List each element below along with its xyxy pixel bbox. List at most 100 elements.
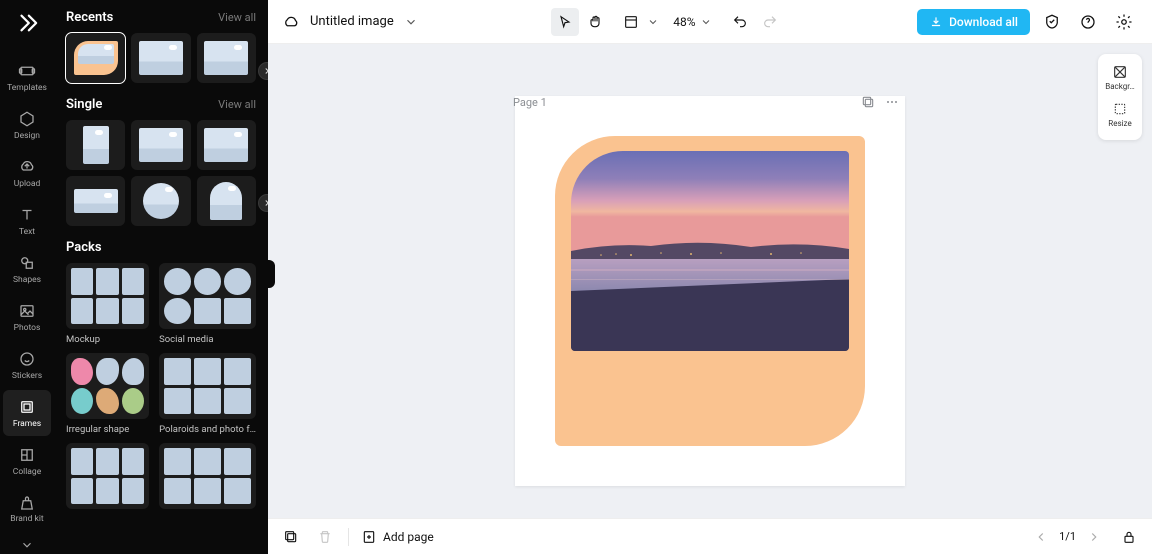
background-icon [1112, 64, 1128, 80]
artboard[interactable] [515, 96, 905, 486]
help-icon[interactable] [1074, 8, 1102, 36]
canvas[interactable]: Page 1 [268, 44, 1152, 518]
side-tool-label: Backgr… [1105, 82, 1135, 91]
frames-panel: Recents View all Single View all Packs [54, 0, 268, 554]
zoom-level[interactable]: 48% [671, 15, 697, 29]
single-frame-thumb[interactable] [66, 120, 125, 170]
rail-label: Collage [13, 467, 41, 477]
recent-frame-thumb[interactable] [66, 33, 125, 83]
shapes-icon [18, 254, 36, 272]
page-more-icon[interactable] [884, 94, 900, 110]
redo-button[interactable] [756, 8, 784, 36]
single-frame-thumb[interactable] [66, 176, 125, 226]
rail-label: Brand kit [10, 515, 43, 524]
single-frame-thumb[interactable] [197, 176, 256, 226]
chevron-down-icon[interactable] [647, 16, 661, 28]
rail-text[interactable]: Text [3, 198, 51, 244]
rail-templates[interactable]: Templates [3, 54, 51, 100]
rail-collage[interactable]: Collage [3, 438, 51, 484]
recent-frame-thumb[interactable] [197, 33, 256, 83]
nav-rail: Templates Design Upload Text Shapes Phot… [0, 0, 54, 554]
side-tool-label: Resize [1108, 119, 1131, 128]
pack-item[interactable]: Irregular shape [66, 353, 149, 435]
resize-tool[interactable]: Resize [1102, 97, 1138, 134]
pack-item[interactable] [159, 443, 256, 509]
rail-shapes[interactable]: Shapes [3, 246, 51, 292]
doc-title[interactable]: Untitled image [310, 14, 394, 29]
settings-icon[interactable] [1110, 8, 1138, 36]
rail-more[interactable] [18, 536, 36, 554]
section-title: Single [66, 97, 102, 112]
pack-item[interactable]: Social media [159, 263, 256, 345]
app-logo[interactable] [14, 10, 40, 36]
add-page-icon [361, 529, 377, 545]
section-packs: Packs Mockup Social media Irregular shap… [54, 230, 268, 513]
frames-icon [18, 398, 36, 416]
rail-label: Photos [14, 323, 41, 333]
background-tool[interactable]: Backgr… [1102, 60, 1138, 97]
pack-label: Irregular shape [66, 424, 149, 435]
layout-tool[interactable] [617, 8, 645, 36]
resize-icon [1112, 101, 1128, 117]
panel-collapse-handle[interactable] [267, 260, 275, 288]
rail-frames[interactable]: Frames [3, 390, 51, 436]
pack-label: Mockup [66, 334, 149, 345]
view-all-link[interactable]: View all [218, 11, 256, 24]
undo-button[interactable] [726, 8, 754, 36]
section-title: Recents [66, 10, 113, 25]
chevron-down-icon[interactable] [700, 16, 714, 28]
rail-design[interactable]: Design [3, 102, 51, 148]
single-frame-thumb[interactable] [197, 120, 256, 170]
next-page[interactable] [1084, 527, 1104, 547]
trash-icon[interactable] [314, 526, 336, 548]
rail-brandkit[interactable]: Brand kit [3, 486, 51, 532]
rail-label: Stickers [12, 371, 42, 381]
add-page-button[interactable]: Add page [361, 529, 434, 545]
pack-item[interactable]: Polaroids and photo f… [159, 353, 256, 435]
download-all-button[interactable]: Download all [917, 9, 1030, 35]
chevron-down-icon[interactable] [404, 15, 418, 29]
rail-label: Templates [7, 83, 47, 93]
rail-upload[interactable]: Upload [3, 150, 51, 196]
rail-photos[interactable]: Photos [3, 294, 51, 340]
view-all-link[interactable]: View all [218, 98, 256, 111]
recent-frame-thumb[interactable] [131, 33, 190, 83]
rail-stickers[interactable]: Stickers [3, 342, 51, 388]
rail-label: Frames [13, 419, 41, 429]
upload-icon [18, 158, 36, 176]
select-tool[interactable] [551, 8, 579, 36]
hand-tool[interactable] [581, 8, 609, 36]
templates-icon [18, 62, 36, 80]
rail-label: Shapes [13, 275, 41, 285]
cloud-sync-icon[interactable] [282, 13, 300, 31]
single-frame-thumb[interactable] [131, 176, 190, 226]
main: Untitled image 48% Download all Page 1 [268, 0, 1152, 554]
section-single: Single View all [54, 87, 268, 230]
stickers-icon [18, 350, 36, 368]
single-frame-thumb[interactable] [131, 120, 190, 170]
frame-shape[interactable] [555, 136, 865, 446]
download-label: Download all [949, 15, 1018, 29]
rail-label: Upload [14, 179, 41, 189]
brandkit-icon [18, 494, 36, 512]
page-label: Page 1 [513, 96, 547, 109]
page-indicator: 1/1 [1059, 530, 1076, 543]
pack-item[interactable]: Mockup [66, 263, 149, 345]
side-tools: Backgr… Resize [1098, 54, 1142, 140]
framed-photo[interactable] [571, 151, 849, 351]
pack-label: Polaroids and photo f… [159, 424, 256, 435]
shield-icon[interactable] [1038, 8, 1066, 36]
rail-label: Text [19, 227, 35, 237]
photos-icon [18, 302, 36, 320]
prev-page[interactable] [1031, 527, 1051, 547]
text-icon [18, 206, 36, 224]
collage-icon [18, 446, 36, 464]
topbar: Untitled image 48% Download all [268, 0, 1152, 44]
duplicate-page-icon[interactable] [860, 94, 876, 110]
pages-icon[interactable] [280, 526, 302, 548]
lock-icon[interactable] [1118, 526, 1140, 548]
download-icon [929, 15, 943, 29]
section-title: Packs [66, 240, 102, 255]
design-icon [18, 110, 36, 128]
pack-item[interactable] [66, 443, 149, 509]
